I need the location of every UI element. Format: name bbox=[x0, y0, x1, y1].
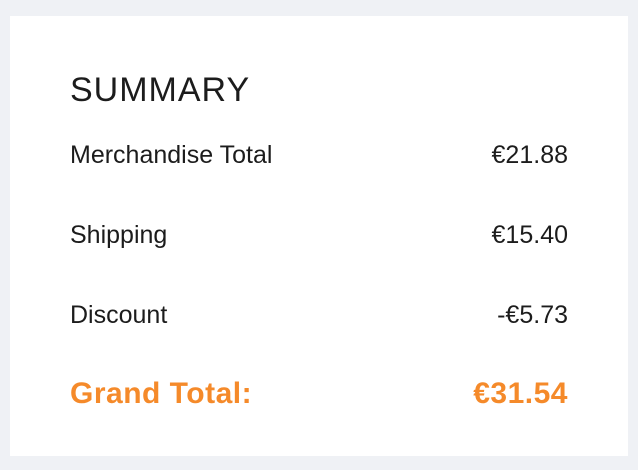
grand-total-label: Grand Total: bbox=[70, 377, 253, 410]
shipping-row: Shipping €15.40 bbox=[70, 217, 568, 253]
summary-card: SUMMARY Merchandise Total €21.88 Shippin… bbox=[10, 16, 628, 456]
shipping-value: €15.40 bbox=[491, 220, 568, 249]
grand-total-row: Grand Total: €31.54 bbox=[70, 376, 568, 412]
grand-total-value: €31.54 bbox=[473, 377, 568, 410]
discount-label: Discount bbox=[70, 300, 168, 329]
discount-row: Discount -€5.73 bbox=[70, 297, 568, 333]
discount-value: -€5.73 bbox=[497, 300, 568, 329]
merchandise-total-value: €21.88 bbox=[491, 140, 568, 169]
merchandise-total-row: Merchandise Total €21.88 bbox=[70, 137, 568, 173]
summary-title: SUMMARY bbox=[70, 71, 251, 109]
merchandise-total-label: Merchandise Total bbox=[70, 140, 273, 169]
shipping-label: Shipping bbox=[70, 220, 168, 249]
